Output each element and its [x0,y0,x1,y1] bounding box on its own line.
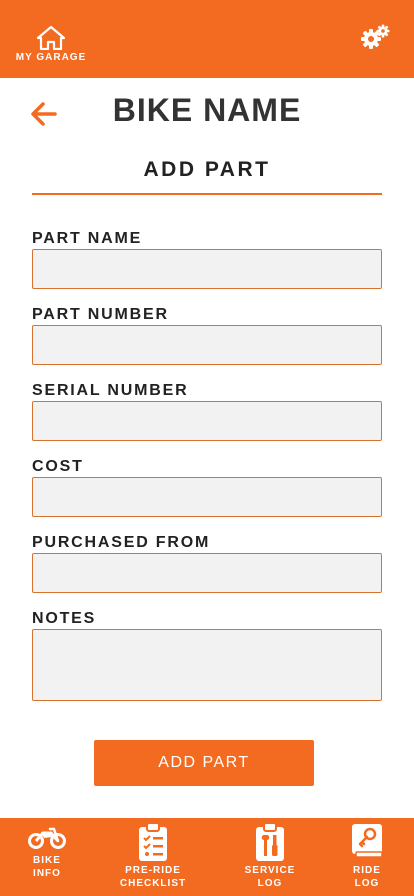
nav-service-log[interactable]: SERVICE LOG [238,822,302,890]
nav-service-log-label-2: LOG [257,878,283,889]
nav-ride-log-label-2: LOG [354,878,380,889]
notes-label: NOTES [32,610,97,627]
bike-name-title: BIKE NAME [112,92,302,128]
gears-icon [361,24,390,49]
my-garage-button[interactable]: MY GARAGE [8,26,94,66]
part-number-input[interactable] [32,325,382,365]
my-garage-label: MY GARAGE [15,52,87,63]
settings-button[interactable] [360,24,390,52]
add-part-heading: ADD PART [143,158,271,181]
purchased-from-label: PURCHASED FROM [32,534,211,551]
book-icon [352,824,383,858]
nav-pre-ride-checklist[interactable]: PRE-RIDE CHECKLIST [113,822,193,890]
cost-label: COST [32,458,84,475]
part-name-label: PART NAME [32,230,143,247]
part-name-input[interactable] [32,249,382,289]
bottom-nav-bar: BIKE INFO PRE-RIDE CHECKLIST SERVICE LOG [0,818,414,896]
nav-ride-log[interactable]: RIDE LOG [342,822,392,890]
nav-bike-info-label-2: INFO [33,868,61,879]
home-icon [37,26,65,50]
nav-ride-log-label-1: RIDE [353,865,381,876]
serial-number-label: SERIAL NUMBER [32,382,189,399]
tools-icon [256,822,284,861]
nav-service-log-label-1: SERVICE [244,865,296,876]
nav-checklist-label-2: CHECKLIST [119,878,187,889]
cost-input[interactable] [32,477,382,517]
part-number-label: PART NUMBER [32,306,169,323]
nav-checklist-label-1: PRE-RIDE [125,865,181,876]
serial-number-input[interactable] [32,401,382,441]
notes-textarea[interactable] [32,629,382,701]
add-part-button[interactable]: ADD PART [94,740,314,786]
back-arrow-icon[interactable] [30,101,58,127]
heading-divider [32,193,382,195]
motorcycle-icon [28,827,66,849]
nav-bike-info-label-1: BIKE [33,855,61,866]
checklist-icon [139,822,167,861]
purchased-from-input[interactable] [32,553,382,593]
nav-bike-info[interactable]: BIKE INFO [20,822,74,880]
top-app-bar: MY GARAGE [0,0,414,78]
